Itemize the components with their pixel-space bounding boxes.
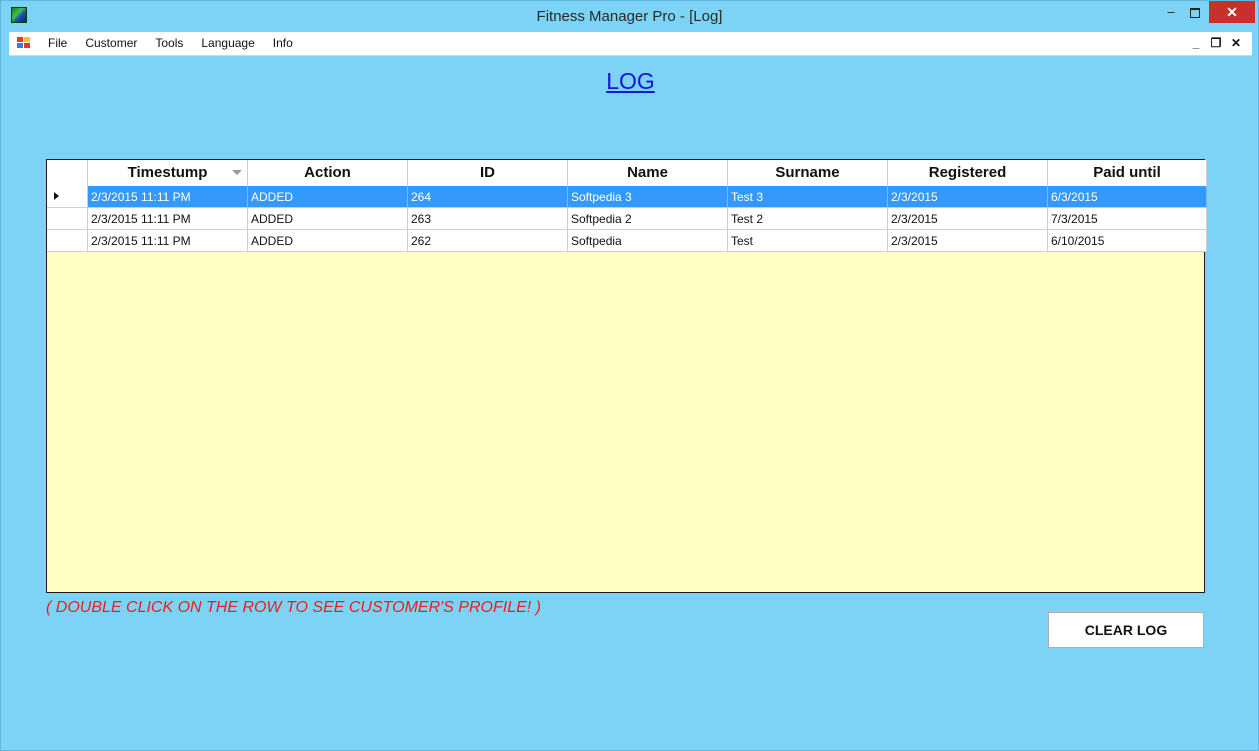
cell-action[interactable]: ADDED bbox=[248, 230, 408, 252]
cell-paid-until[interactable]: 7/3/2015 bbox=[1048, 208, 1207, 230]
cell-action[interactable]: ADDED bbox=[248, 208, 408, 230]
mdi-restore-button[interactable]: ❐ bbox=[1206, 32, 1226, 55]
maximize-button[interactable] bbox=[1181, 1, 1209, 23]
document-icon[interactable] bbox=[17, 37, 31, 50]
cell-timestump[interactable]: 2/3/2015 11:11 PM bbox=[88, 186, 248, 208]
table-row[interactable]: 2/3/2015 11:11 PM ADDED 264 Softpedia 3 … bbox=[47, 186, 1207, 208]
row-header[interactable] bbox=[47, 208, 88, 230]
double-click-hint: ( DOUBLE CLICK ON THE ROW TO SEE CUSTOME… bbox=[46, 599, 541, 616]
column-header-label: Timestump bbox=[127, 164, 208, 181]
row-header[interactable] bbox=[47, 186, 88, 208]
app-window: Fitness Manager Pro - [Log] – ✕ File Cus… bbox=[0, 0, 1259, 751]
sort-arrow-icon bbox=[232, 170, 242, 175]
grid-header: Timestump Action ID Name Surname Registe… bbox=[47, 160, 1207, 187]
cell-timestump[interactable]: 2/3/2015 11:11 PM bbox=[88, 230, 248, 252]
mdi-minimize-button[interactable]: _ bbox=[1186, 32, 1206, 55]
close-button[interactable]: ✕ bbox=[1209, 1, 1255, 23]
column-header-paid-until[interactable]: Paid until bbox=[1048, 160, 1207, 186]
cell-action[interactable]: ADDED bbox=[248, 186, 408, 208]
menu-bar: File Customer Tools Language Info _ ❐ ✕ bbox=[9, 32, 1252, 56]
cell-timestump[interactable]: 2/3/2015 11:11 PM bbox=[88, 208, 248, 230]
menu-customer[interactable]: Customer bbox=[76, 32, 146, 55]
mdi-controls: _ ❐ ✕ bbox=[1186, 32, 1246, 55]
cell-name[interactable]: Softpedia 2 bbox=[568, 208, 728, 230]
cell-id[interactable]: 263 bbox=[408, 208, 568, 230]
cell-surname[interactable]: Test bbox=[728, 230, 888, 252]
table-row[interactable]: 2/3/2015 11:11 PM ADDED 262 Softpedia Te… bbox=[47, 230, 1207, 252]
cell-registered[interactable]: 2/3/2015 bbox=[888, 186, 1048, 208]
mdi-close-button[interactable]: ✕ bbox=[1226, 32, 1246, 55]
cell-surname[interactable]: Test 2 bbox=[728, 208, 888, 230]
menu-items: File Customer Tools Language Info bbox=[39, 32, 302, 55]
log-grid[interactable]: Timestump Action ID Name Surname Registe… bbox=[46, 159, 1207, 593]
clear-log-button[interactable]: CLEAR LOG bbox=[1048, 612, 1204, 648]
cell-paid-until[interactable]: 6/10/2015 bbox=[1048, 230, 1207, 252]
cell-id[interactable]: 264 bbox=[408, 186, 568, 208]
cell-surname[interactable]: Test 3 bbox=[728, 186, 888, 208]
maximize-icon bbox=[1190, 7, 1200, 18]
log-form: LOG Timestump Action ID Name Surname Reg… bbox=[9, 56, 1252, 744]
window-title: Fitness Manager Pro - [Log] bbox=[536, 8, 723, 25]
row-header[interactable] bbox=[47, 230, 88, 252]
column-header-surname[interactable]: Surname bbox=[728, 160, 888, 186]
column-header-name[interactable]: Name bbox=[568, 160, 728, 186]
menu-language[interactable]: Language bbox=[192, 32, 263, 55]
menu-tools[interactable]: Tools bbox=[146, 32, 192, 55]
column-header-timestump[interactable]: Timestump bbox=[88, 160, 248, 186]
current-row-icon bbox=[54, 192, 59, 200]
cell-name[interactable]: Softpedia 3 bbox=[568, 186, 728, 208]
grid-body: 2/3/2015 11:11 PM ADDED 264 Softpedia 3 … bbox=[47, 186, 1207, 252]
menu-info[interactable]: Info bbox=[264, 32, 302, 55]
cell-registered[interactable]: 2/3/2015 bbox=[888, 208, 1048, 230]
page-title: LOG bbox=[606, 68, 655, 94]
cell-name[interactable]: Softpedia bbox=[568, 230, 728, 252]
cell-id[interactable]: 262 bbox=[408, 230, 568, 252]
title-bar[interactable]: Fitness Manager Pro - [Log] – ✕ bbox=[1, 1, 1258, 31]
table-row[interactable]: 2/3/2015 11:11 PM ADDED 263 Softpedia 2 … bbox=[47, 208, 1207, 230]
column-header-registered[interactable]: Registered bbox=[888, 160, 1048, 186]
cell-paid-until[interactable]: 6/3/2015 bbox=[1048, 186, 1207, 208]
grid-corner[interactable] bbox=[47, 160, 88, 186]
column-header-action[interactable]: Action bbox=[248, 160, 408, 186]
cell-registered[interactable]: 2/3/2015 bbox=[888, 230, 1048, 252]
column-header-id[interactable]: ID bbox=[408, 160, 568, 186]
menu-file[interactable]: File bbox=[39, 32, 76, 55]
